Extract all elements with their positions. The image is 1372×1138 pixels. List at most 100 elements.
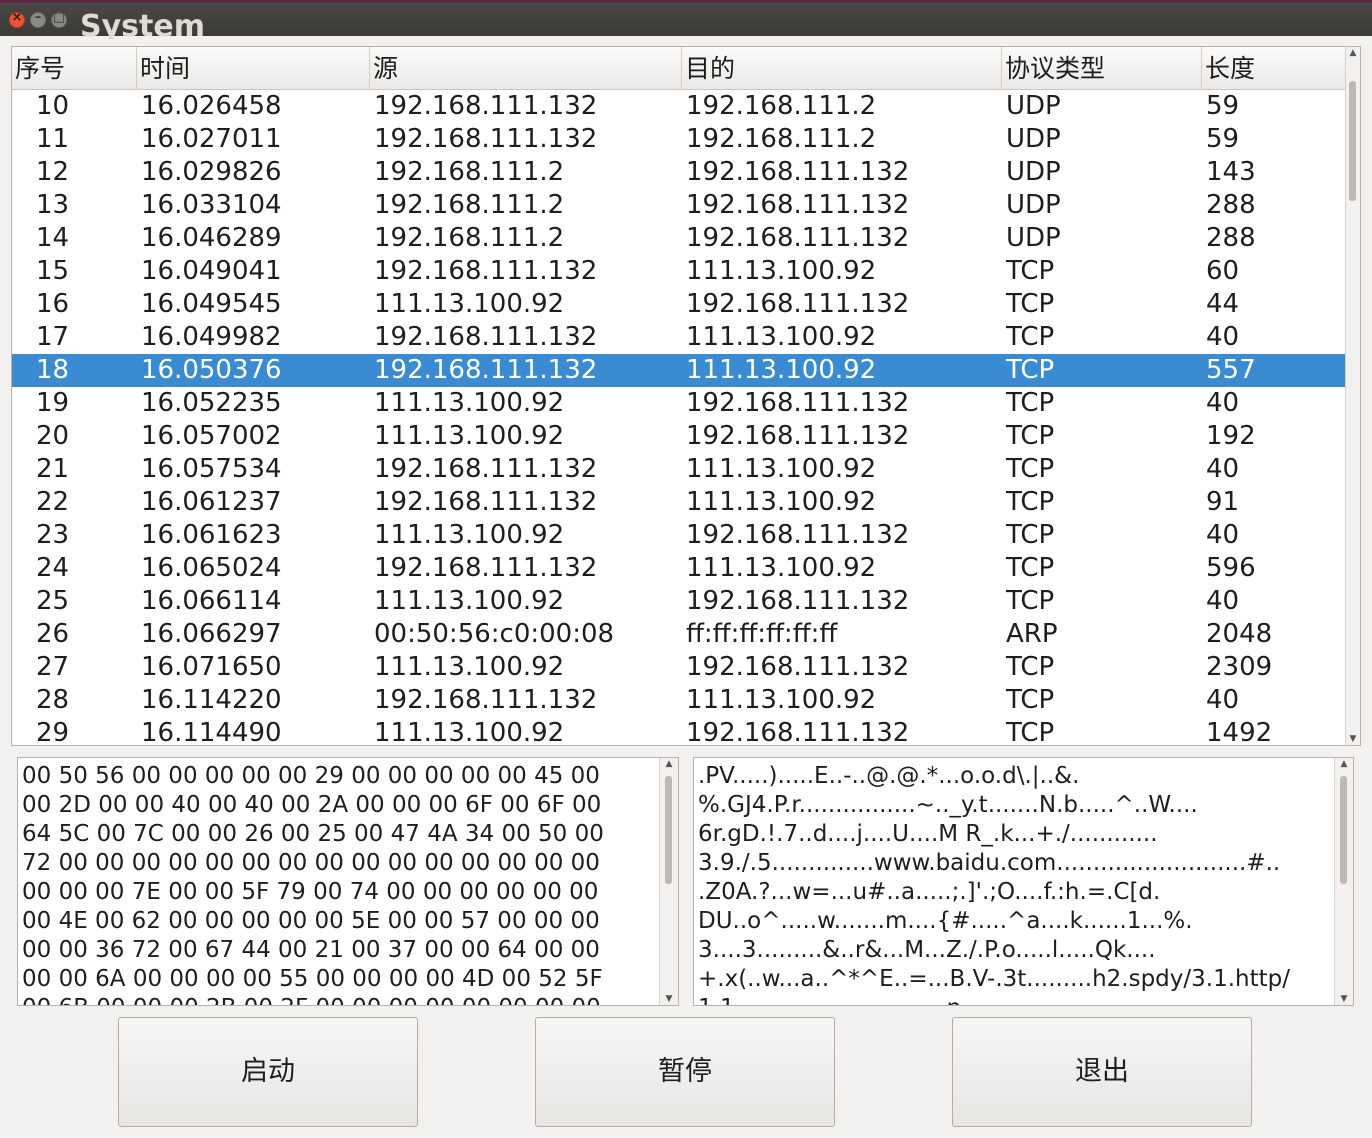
minimize-window-button[interactable]: –: [30, 10, 46, 28]
column-header-time[interactable]: 时间: [137, 47, 370, 89]
table-scrollbar[interactable]: ▲ ▼: [1345, 47, 1360, 745]
scrollbar-thumb[interactable]: [1349, 81, 1356, 201]
table-cell: 192.168.111.132: [374, 124, 598, 154]
scroll-down-icon[interactable]: ▼: [1346, 734, 1360, 744]
close-icon: ×: [11, 10, 23, 25]
table-cell: 192.168.111.132: [374, 322, 598, 352]
table-cell: 16.029826: [141, 157, 282, 187]
table-row[interactable]: 28 16.114220 192.168.111.132 111.13.100.92 T…: [12, 684, 1347, 717]
table-cell: 16.049982: [141, 322, 282, 352]
table-cell: 21: [36, 454, 70, 484]
table-cell: 22: [36, 487, 70, 517]
table-cell: 11: [36, 124, 70, 154]
dump-line: +.x(..w...a..^*^E..=...B.V-.3t.........h…: [698, 966, 1290, 992]
table-cell: 192.168.111.132: [686, 586, 910, 616]
table-row[interactable]: 17 16.049982 192.168.111.132 111.13.100.92 T…: [12, 321, 1347, 354]
table-row[interactable]: 12 16.029826 192.168.111.2 192.168.111.132 U…: [12, 156, 1347, 189]
scroll-up-icon[interactable]: ▲: [1346, 48, 1360, 58]
window-title: System: [80, 9, 205, 39]
table-row[interactable]: 19 16.052235 111.13.100.92 192.168.111.132 T…: [12, 387, 1347, 420]
table-cell: 18: [36, 355, 70, 385]
dump-line: .PV.....).....E..-..@.@.*...o.o.d\.|..&.: [698, 763, 1080, 789]
column-header-source[interactable]: 源: [370, 47, 682, 89]
dump-line: 3....3.........&..r&...M...Z./.P.o.....l…: [698, 937, 1156, 963]
scrollbar-thumb[interactable]: [1340, 776, 1347, 884]
table-cell: 16.057534: [141, 454, 282, 484]
table-cell: 192.168.111.132: [374, 553, 598, 583]
table-row[interactable]: 22 16.061237 192.168.111.132 111.13.100.92 T…: [12, 486, 1347, 519]
ascii-scrollbar[interactable]: ▲ ▼: [1334, 758, 1353, 1005]
packet-table[interactable]: 序号 时间 源 目的 协议类型 长度 10 16.026458 192.168.11…: [11, 46, 1361, 746]
table-cell: 192.168.111.132: [686, 157, 910, 187]
maximize-window-button[interactable]: □: [51, 10, 67, 28]
table-cell: TCP: [1006, 421, 1055, 451]
column-header-destination[interactable]: 目的: [682, 47, 1002, 89]
table-cell: 00:50:56:c0:00:08: [374, 619, 615, 649]
table-cell: 111.13.100.92: [374, 388, 565, 418]
ascii-dump-panel[interactable]: .PV.....).....E..-..@.@.*...o.o.d\.|..&.…: [693, 757, 1354, 1006]
column-header-number[interactable]: 序号: [12, 47, 137, 89]
table-cell: 26: [36, 619, 70, 649]
table-header: 序号 时间 源 目的 协议类型 长度: [12, 47, 1347, 90]
table-row[interactable]: 21 16.057534 192.168.111.132 111.13.100.92 T…: [12, 453, 1347, 486]
table-cell: 143: [1206, 157, 1256, 187]
table-row[interactable]: 26 16.066297 00:50:56:c0:00:08 ff:ff:ff:ff:…: [12, 618, 1347, 651]
dump-line: 3.9./.5..............www.baidu.com......…: [698, 850, 1281, 876]
table-body: 10 16.026458 192.168.111.132 192.168.111.2 U…: [12, 90, 1347, 745]
scroll-down-icon[interactable]: ▼: [1335, 994, 1353, 1004]
table-cell: 16.061237: [141, 487, 282, 517]
dump-line: 72 00 00 00 00 00 00 00 00 00 00 00 00 0…: [22, 850, 600, 876]
hex-dump-panel[interactable]: 00 50 56 00 00 00 00 00 29 00 00 00 00 0…: [17, 757, 679, 1006]
table-cell: 28: [36, 685, 70, 715]
table-cell: TCP: [1006, 487, 1055, 517]
table-row[interactable]: 14 16.046289 192.168.111.2 192.168.111.132 U…: [12, 222, 1347, 255]
table-cell: ARP: [1006, 619, 1058, 649]
table-row[interactable]: 29 16.114490 111.13.100.92 192.168.111.132 T…: [12, 717, 1347, 745]
table-cell: 111.13.100.92: [686, 454, 877, 484]
dump-line: .Z0A.?...w=...u#..a.....;.]'.;O....f.:h.…: [698, 879, 1161, 905]
table-cell: TCP: [1006, 355, 1055, 385]
table-cell: 16.027011: [141, 124, 282, 154]
table-row[interactable]: 18 16.050376 192.168.111.132 111.13.100.92 T…: [12, 354, 1347, 387]
table-cell: 40: [1206, 586, 1240, 616]
start-button[interactable]: 启动: [118, 1017, 418, 1127]
table-row[interactable]: 25 16.066114 111.13.100.92 192.168.111.132 T…: [12, 585, 1347, 618]
table-row[interactable]: 27 16.071650 111.13.100.92 192.168.111.132 T…: [12, 651, 1347, 684]
table-cell: 13: [36, 190, 70, 220]
table-row[interactable]: 23 16.061623 111.13.100.92 192.168.111.132 T…: [12, 519, 1347, 552]
table-row[interactable]: 10 16.026458 192.168.111.132 192.168.111.2 U…: [12, 90, 1347, 123]
table-cell: 192.168.111.132: [374, 454, 598, 484]
table-row[interactable]: 16 16.049545 111.13.100.92 192.168.111.132 T…: [12, 288, 1347, 321]
table-cell: ff:ff:ff:ff:ff:ff: [686, 619, 838, 649]
table-cell: 10: [36, 91, 70, 121]
table-row[interactable]: 15 16.049041 192.168.111.132 111.13.100.92 T…: [12, 255, 1347, 288]
scroll-up-icon[interactable]: ▲: [1335, 759, 1353, 769]
scroll-up-icon[interactable]: ▲: [660, 759, 678, 769]
table-cell: 16.057002: [141, 421, 282, 451]
table-row[interactable]: 11 16.027011 192.168.111.132 192.168.111.2 U…: [12, 123, 1347, 156]
table-row[interactable]: 13 16.033104 192.168.111.2 192.168.111.132 U…: [12, 189, 1347, 222]
table-cell: TCP: [1006, 289, 1055, 319]
column-header-protocol[interactable]: 协议类型: [1002, 47, 1202, 89]
dump-line: 64 5C 00 7C 00 00 26 00 25 00 47 4A 34 0…: [22, 821, 604, 847]
table-row[interactable]: 20 16.057002 111.13.100.92 192.168.111.132 T…: [12, 420, 1347, 453]
column-header-length[interactable]: 长度: [1202, 47, 1347, 89]
table-cell: 16.033104: [141, 190, 282, 220]
pause-button[interactable]: 暂停: [535, 1017, 835, 1127]
table-cell: 60: [1206, 256, 1240, 286]
close-window-button[interactable]: ×: [9, 10, 25, 28]
table-row[interactable]: 24 16.065024 192.168.111.132 111.13.100.92 T…: [12, 552, 1347, 585]
scrollbar-thumb[interactable]: [665, 776, 672, 884]
table-cell: 59: [1206, 91, 1240, 121]
table-cell: 23: [36, 520, 70, 550]
table-cell: 16.026458: [141, 91, 282, 121]
quit-button[interactable]: 退出: [952, 1017, 1252, 1127]
table-cell: TCP: [1006, 586, 1055, 616]
hex-scrollbar[interactable]: ▲ ▼: [659, 758, 678, 1005]
table-cell: 192.168.111.132: [686, 190, 910, 220]
table-cell: 2309: [1206, 652, 1273, 682]
dump-line: 00 00 36 72 00 67 44 00 21 00 37 00 00 6…: [22, 937, 600, 963]
table-cell: 596: [1206, 553, 1256, 583]
scroll-down-icon[interactable]: ▼: [660, 994, 678, 1004]
table-cell: 111.13.100.92: [374, 652, 565, 682]
